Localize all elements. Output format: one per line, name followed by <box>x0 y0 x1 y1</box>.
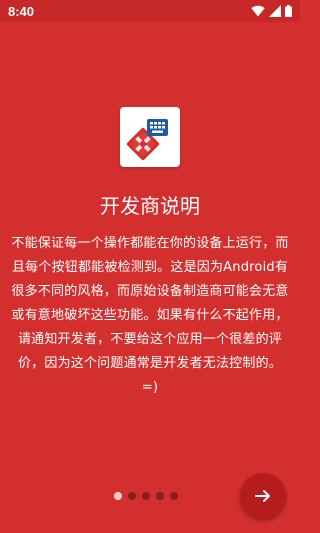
page-dot-5 <box>170 492 178 500</box>
page-dot-4 <box>156 492 164 500</box>
next-button[interactable] <box>240 473 286 519</box>
status-time: 8:40 <box>8 3 35 19</box>
page-title: 开发商说明 <box>100 194 200 218</box>
page-dot-2 <box>128 492 136 500</box>
signal-icon <box>269 5 281 17</box>
wifi-icon <box>251 5 265 17</box>
battery-icon <box>285 5 292 17</box>
page-dot-3 <box>142 492 150 500</box>
gamepad-keyboard-app-icon <box>120 107 180 167</box>
developer-notice-text: 不能保证每一个操作都能在你的设备上运行，而且每个按钮都能被检测到。这是因为And… <box>11 236 289 395</box>
page-indicator <box>114 491 178 501</box>
status-icons <box>251 5 292 17</box>
arrow-right-icon <box>254 487 272 505</box>
page-dot-1 <box>114 492 122 500</box>
status-bar: 8:40 <box>0 0 300 22</box>
